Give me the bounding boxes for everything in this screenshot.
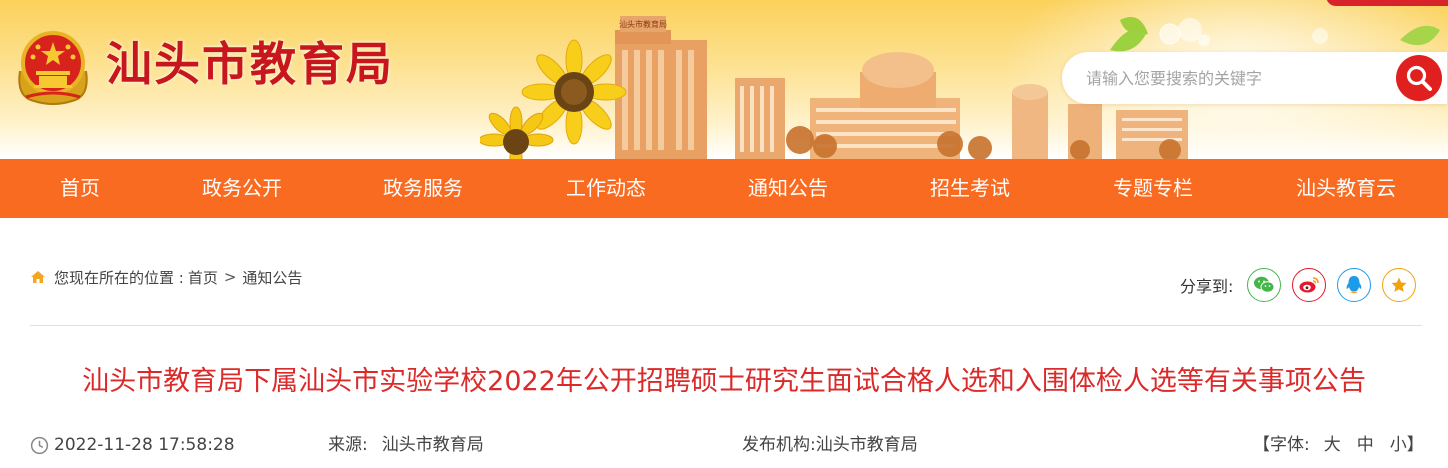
home-icon xyxy=(31,271,45,283)
main-nav: 首页 政务公开 政务服务 工作动态 通知公告 招生考试 专题专栏 汕头教育云 xyxy=(0,159,1448,218)
nav-item-gov-affairs[interactable]: 政务公开 xyxy=(202,159,282,218)
nav-item-work-news[interactable]: 工作动态 xyxy=(566,159,646,218)
font-size-switcher: 【字体: 大 中 小 】 xyxy=(1253,432,1424,458)
publish-datetime: 2022-11-28 17:58:28 xyxy=(54,435,235,455)
breadcrumb-link-notices[interactable]: 通知公告 xyxy=(242,267,302,288)
header-banner: 汕头市教育局 汕头市教育局 xyxy=(0,0,1448,159)
share-weibo-button[interactable] xyxy=(1292,268,1327,302)
share-qq-button[interactable] xyxy=(1337,268,1372,302)
national-emblem-icon xyxy=(18,31,88,105)
font-size-label: 【字体: xyxy=(1253,435,1310,455)
share-label: 分享到: xyxy=(1180,277,1234,296)
share-wechat-button[interactable] xyxy=(1247,268,1282,302)
weibo-icon xyxy=(1299,277,1320,293)
breadcrumb-separator: > xyxy=(223,268,237,286)
search-input[interactable] xyxy=(1086,65,1386,91)
source-value: 汕头市教育局 xyxy=(381,435,484,455)
source-label: 来源: xyxy=(328,435,368,455)
share-bar: 分享到: xyxy=(1180,268,1417,302)
search-icon xyxy=(1406,65,1432,91)
breadcrumb-prefix: 您现在所在的位置 : xyxy=(54,268,184,287)
font-size-small-button[interactable]: 小 xyxy=(1390,432,1407,458)
building-sign: 汕头市教育局 xyxy=(619,19,667,29)
decorative-leaves xyxy=(1110,18,1440,52)
share-favorite-button[interactable] xyxy=(1382,268,1417,302)
org-label: 发布机构: xyxy=(742,435,816,455)
font-size-medium-button[interactable]: 中 xyxy=(1357,432,1374,458)
divider xyxy=(30,325,1422,326)
clock-icon xyxy=(30,436,49,454)
breadcrumb-link-home[interactable]: 首页 xyxy=(188,267,218,288)
site-title: 汕头市教育局 xyxy=(106,37,394,91)
nav-item-edu-cloud[interactable]: 汕头教育云 xyxy=(1296,159,1396,218)
article-title: 汕头市教育局下属汕头市实验学校2022年公开招聘硕士研究生面试合格人选和入围体检… xyxy=(82,366,1366,397)
qq-icon xyxy=(1347,276,1362,294)
nav-item-home[interactable]: 首页 xyxy=(60,159,100,218)
article-source: 来源: 汕头市教育局 xyxy=(328,432,484,458)
search-button[interactable] xyxy=(1396,55,1442,101)
article-org: 发布机构: 汕头市教育局 xyxy=(742,432,918,458)
nav-item-topics[interactable]: 专题专栏 xyxy=(1113,159,1193,218)
nav-item-admissions[interactable]: 招生考试 xyxy=(930,159,1010,218)
wechat-icon xyxy=(1254,276,1275,293)
nav-item-gov-service[interactable]: 政务服务 xyxy=(383,159,463,218)
sunflower-icon xyxy=(521,39,627,145)
org-value: 汕头市教育局 xyxy=(815,435,918,455)
star-icon xyxy=(1391,277,1407,292)
search-box xyxy=(1062,52,1447,104)
font-size-close-bracket: 】 xyxy=(1406,435,1424,455)
publish-time: 2022-11-28 17:58:28 xyxy=(30,432,235,458)
nav-item-notices[interactable]: 通知公告 xyxy=(748,159,828,218)
breadcrumb: 您现在所在的位置 : 首页 > 通知公告 xyxy=(30,266,302,288)
font-size-large-button[interactable]: 大 xyxy=(1324,432,1341,458)
